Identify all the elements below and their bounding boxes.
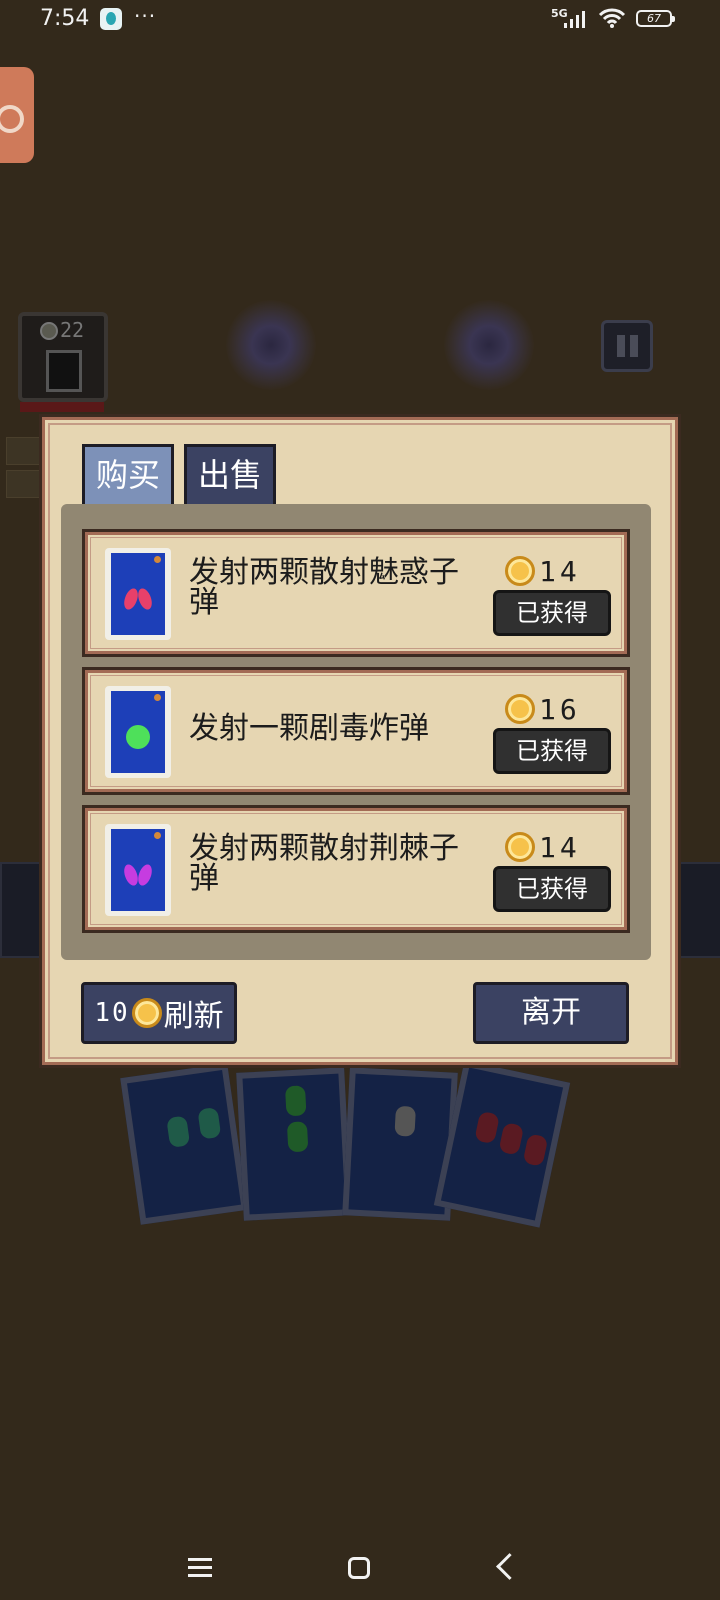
hand-card-2[interactable] bbox=[236, 1067, 352, 1221]
floating-assistant-icon[interactable] bbox=[0, 67, 34, 163]
item-price: 16 bbox=[505, 692, 581, 726]
card-thumbnail bbox=[105, 824, 171, 916]
gem-icon bbox=[284, 1085, 307, 1117]
leave-button[interactable]: 离开 bbox=[473, 982, 629, 1044]
shop-dialog: 购买 出售 发射两颗散射魅惑子弹 14 已获得 发射一颗剧毒炸弹 16 已获得 … bbox=[39, 414, 681, 1068]
enemy-smoke-left bbox=[226, 300, 316, 390]
refresh-cost: 10 bbox=[94, 998, 130, 1028]
gem-icon bbox=[197, 1107, 222, 1140]
back-icon[interactable] bbox=[496, 1553, 523, 1580]
coin-icon bbox=[131, 998, 162, 1028]
item-price: 14 bbox=[505, 830, 581, 864]
thorn-bullet-icon bbox=[124, 864, 152, 886]
side-tag-top bbox=[6, 437, 40, 465]
gem-icon bbox=[498, 1122, 525, 1156]
player-health-bar bbox=[20, 402, 104, 412]
enemy-smoke-right bbox=[444, 300, 534, 390]
wifi-icon bbox=[598, 8, 626, 28]
shop-item[interactable]: 发射两颗散射荆棘子弹 14 已获得 bbox=[82, 805, 630, 933]
hand-card-1[interactable] bbox=[120, 1063, 248, 1225]
poison-bomb-icon bbox=[126, 725, 150, 749]
item-price: 14 bbox=[505, 554, 581, 588]
price-value: 16 bbox=[539, 692, 581, 726]
card-corner-dot bbox=[154, 832, 161, 839]
coin-icon bbox=[505, 832, 535, 862]
coin-icon bbox=[505, 694, 535, 724]
price-value: 14 bbox=[539, 830, 581, 864]
charm-bullet-icon bbox=[124, 588, 152, 610]
owned-button[interactable]: 已获得 bbox=[493, 728, 611, 774]
signal-icon bbox=[564, 10, 590, 28]
owned-button[interactable]: 已获得 bbox=[493, 866, 611, 912]
card-thumbnail bbox=[105, 548, 171, 640]
more-notifications-icon: ··· bbox=[134, 4, 157, 28]
refresh-label: 刷新 bbox=[163, 999, 224, 1034]
player-portrait: 22 bbox=[18, 312, 108, 402]
tab-sell[interactable]: 出售 bbox=[184, 444, 276, 506]
card-thumbnail bbox=[105, 686, 171, 778]
coin-icon bbox=[505, 556, 535, 586]
price-value: 14 bbox=[539, 554, 581, 588]
owned-button[interactable]: 已获得 bbox=[493, 590, 611, 636]
coin-icon bbox=[40, 322, 58, 340]
status-bar: 7:54 ··· 5G 67 bbox=[0, 0, 720, 40]
card-corner-dot bbox=[154, 556, 161, 563]
gem-icon bbox=[522, 1133, 549, 1167]
battery-icon: 67 bbox=[636, 10, 675, 27]
player-coin-count: 22 bbox=[60, 318, 85, 342]
side-tag-bottom bbox=[6, 470, 40, 498]
item-name: 发射一颗剧毒炸弹 bbox=[189, 711, 429, 746]
item-name: 发射两颗散射魅惑子弹 bbox=[189, 555, 459, 620]
gem-icon bbox=[474, 1110, 500, 1145]
item-name: 发射两颗散射荆棘子弹 bbox=[189, 831, 459, 896]
shop-item[interactable]: 发射两颗散射魅惑子弹 14 已获得 bbox=[82, 529, 630, 657]
gem-icon bbox=[166, 1115, 191, 1148]
refresh-button[interactable]: 10 刷新 bbox=[81, 982, 237, 1044]
app-badge-icon bbox=[100, 8, 122, 30]
shop-item-list: 发射两颗散射魅惑子弹 14 已获得 发射一颗剧毒炸弹 16 已获得 发射两颗散射… bbox=[61, 504, 651, 960]
gem-icon bbox=[394, 1105, 416, 1137]
home-icon[interactable] bbox=[348, 1557, 370, 1579]
card-corner-dot bbox=[154, 694, 161, 701]
tab-buy[interactable]: 购买 bbox=[82, 444, 174, 506]
status-time: 7:54 bbox=[40, 6, 90, 31]
gem-icon bbox=[286, 1121, 309, 1153]
pause-button[interactable] bbox=[601, 320, 653, 372]
menu-icon[interactable] bbox=[188, 1558, 212, 1578]
player-avatar bbox=[46, 350, 82, 392]
shop-item[interactable]: 发射一颗剧毒炸弹 16 已获得 bbox=[82, 667, 630, 795]
system-nav-bar bbox=[0, 1530, 720, 1600]
